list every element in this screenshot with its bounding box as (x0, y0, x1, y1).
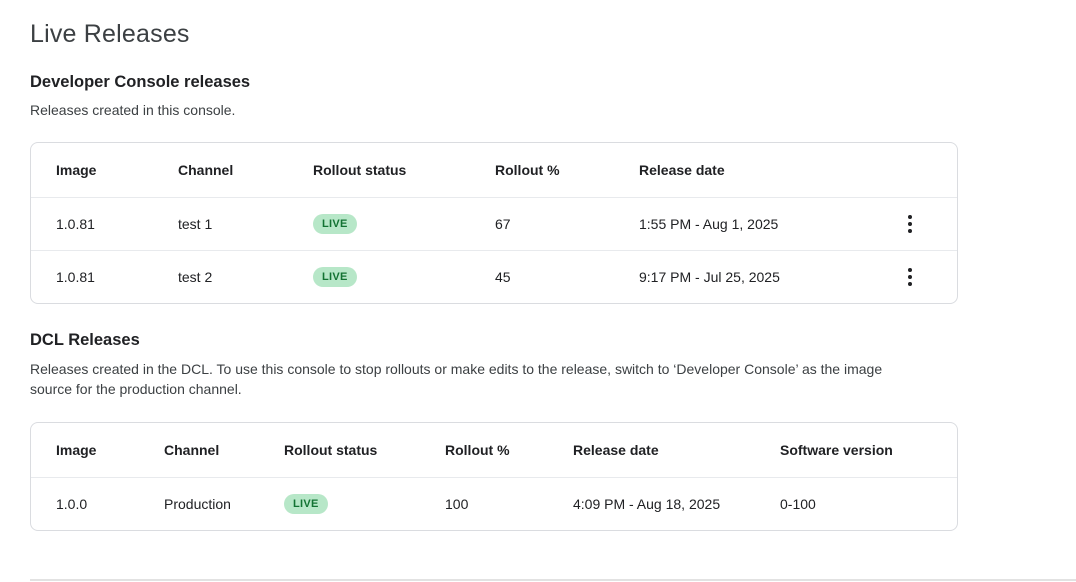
actions-cell (898, 265, 957, 289)
image-cell: 1.0.81 (31, 216, 178, 232)
live-status-badge: LIVE (313, 267, 357, 287)
table-row: 1.0.81 test 1 LIVE 67 1:55 PM - Aug 1, 2… (31, 197, 957, 250)
column-header-release-date: Release date (639, 162, 898, 178)
kebab-menu-icon[interactable] (898, 212, 922, 236)
bottom-divider (30, 579, 1076, 581)
channel-cell: test 2 (178, 269, 313, 285)
live-status-badge: LIVE (284, 494, 328, 514)
rollout-status-cell: LIVE (313, 267, 495, 287)
column-header-channel: Channel (178, 162, 313, 178)
dcl-releases-table: Image Channel Rollout status Rollout % R… (30, 422, 958, 531)
developer-console-section-heading: Developer Console releases (30, 72, 1046, 92)
column-header-release-date: Release date (573, 442, 780, 458)
actions-cell (898, 212, 957, 236)
release-date-cell: 4:09 PM - Aug 18, 2025 (573, 496, 780, 512)
rollout-status-cell: LIVE (284, 494, 445, 514)
page-title: Live Releases (30, 18, 1046, 50)
rollout-pct-cell: 100 (445, 496, 573, 512)
column-header-rollout-pct: Rollout % (445, 442, 573, 458)
rollout-status-cell: LIVE (313, 214, 495, 234)
kebab-menu-icon[interactable] (898, 265, 922, 289)
column-header-software-version: Software version (780, 442, 957, 458)
table-row: 1.0.81 test 2 LIVE 45 9:17 PM - Jul 25, … (31, 250, 957, 303)
column-header-rollout-status: Rollout status (313, 162, 495, 178)
table-header-row: Image Channel Rollout status Rollout % R… (31, 143, 957, 197)
live-status-badge: LIVE (313, 214, 357, 234)
table-row: 1.0.0 Production LIVE 100 4:09 PM - Aug … (31, 477, 957, 530)
developer-console-releases-table: Image Channel Rollout status Rollout % R… (30, 142, 958, 304)
dcl-section-heading: DCL Releases (30, 330, 1046, 350)
column-header-rollout-pct: Rollout % (495, 162, 639, 178)
release-date-cell: 9:17 PM - Jul 25, 2025 (639, 269, 898, 285)
rollout-pct-cell: 45 (495, 269, 639, 285)
channel-cell: Production (164, 496, 284, 512)
column-header-image: Image (31, 442, 164, 458)
live-releases-page: Live Releases Developer Console releases… (0, 0, 1076, 531)
dcl-section-description: Releases created in the DCL. To use this… (30, 359, 918, 399)
image-cell: 1.0.81 (31, 269, 178, 285)
image-cell: 1.0.0 (31, 496, 164, 512)
column-header-rollout-status: Rollout status (284, 442, 445, 458)
column-header-image: Image (31, 162, 178, 178)
developer-console-section-description: Releases created in this console. (30, 100, 918, 120)
channel-cell: test 1 (178, 216, 313, 232)
release-date-cell: 1:55 PM - Aug 1, 2025 (639, 216, 898, 232)
rollout-pct-cell: 67 (495, 216, 639, 232)
software-version-cell: 0-100 (780, 496, 957, 512)
column-header-channel: Channel (164, 442, 284, 458)
table-header-row: Image Channel Rollout status Rollout % R… (31, 423, 957, 477)
